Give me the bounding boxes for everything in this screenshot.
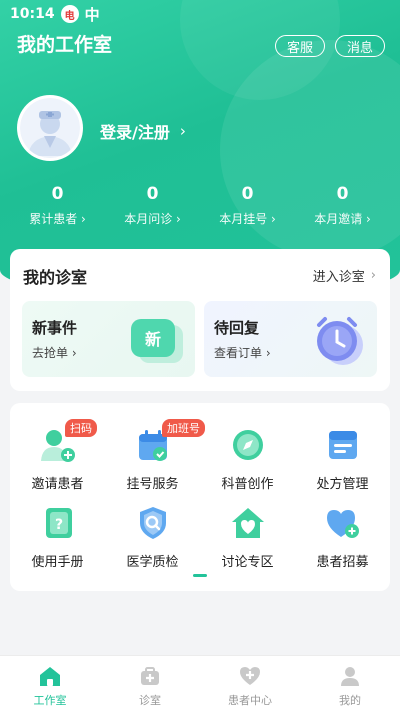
- tab-mine[interactable]: 我的: [300, 656, 400, 711]
- stat-value: 0: [241, 184, 254, 204]
- notification-glyph-icon: 中: [84, 5, 100, 24]
- shield-search-icon: [133, 503, 173, 543]
- house-heart-icon: [228, 503, 268, 543]
- grid-item-label: 挂号服务: [126, 477, 179, 492]
- clinic-title: 我的诊室: [23, 268, 88, 287]
- enter-clinic-label: 进入诊室: [312, 270, 365, 285]
- home-icon: [0, 664, 100, 688]
- my-clinic-card: 我的诊室 进入诊室 › 新事件 去抢单 › 新 待回复 查看订单 ›: [10, 249, 390, 391]
- tab-workspace[interactable]: 工作室: [0, 656, 100, 711]
- grid-item-science-writing[interactable]: 科普创作: [200, 425, 295, 492]
- doctor-avatar-icon: [20, 98, 80, 158]
- stat-value: 0: [146, 184, 159, 204]
- grid-item-user-manual[interactable]: ? 使用手册: [10, 503, 105, 570]
- login-label: 登录/注册: [100, 123, 170, 142]
- extra-slot-tag: 加班号: [162, 419, 205, 437]
- stat-label: 本月挂号 ›: [219, 212, 276, 226]
- tab-label: 患者中心: [228, 694, 272, 707]
- chevron-right-icon: ›: [370, 268, 376, 283]
- status-time: 10:14: [10, 6, 55, 22]
- medical-kit-icon: [100, 664, 200, 688]
- view-orders-link[interactable]: 查看订单 ›: [214, 344, 271, 361]
- bottom-tab-bar: 工作室 诊室 患者中心 我的: [0, 655, 400, 711]
- scan-tag: 扫码: [65, 419, 97, 437]
- stat-label: 本月问诊 ›: [124, 212, 181, 226]
- grid-item-quality-check[interactable]: 医学质检: [105, 503, 200, 570]
- stats-row: 0 累计患者 › 0 本月问诊 › 0 本月挂号 › 0 本月邀请 ›: [10, 184, 390, 227]
- page-indicator: [193, 574, 207, 577]
- avatar[interactable]: [17, 95, 83, 161]
- message-button[interactable]: 消息: [335, 35, 385, 57]
- tab-patient-center[interactable]: 患者中心: [200, 656, 300, 711]
- tab-clinic[interactable]: 诊室: [100, 656, 200, 711]
- enter-clinic-link[interactable]: 进入诊室 ›: [313, 266, 376, 285]
- grid-item-label: 处方管理: [316, 477, 369, 492]
- manual-icon: ?: [38, 503, 78, 543]
- pending-reply-title: 待回复: [214, 319, 260, 337]
- grid-item-discussion[interactable]: 讨论专区: [200, 503, 295, 570]
- alarm-clock-icon: [309, 313, 369, 373]
- grid-item-label: 邀请患者: [31, 477, 84, 492]
- chevron-right-icon: ›: [179, 122, 186, 140]
- stat-monthly-registrations[interactable]: 0 本月挂号 ›: [200, 184, 295, 227]
- new-bubble-icon: 新: [125, 313, 187, 371]
- stat-total-patients[interactable]: 0 累计患者 ›: [10, 184, 105, 227]
- new-event-card[interactable]: 新事件 去抢单 › 新: [22, 301, 195, 377]
- svg-text:?: ?: [54, 517, 62, 533]
- grid-item-prescription[interactable]: 处方管理: [295, 425, 390, 492]
- grid-item-label: 讨论专区: [221, 555, 274, 570]
- prescription-icon: [323, 425, 363, 465]
- new-event-title: 新事件: [32, 319, 78, 337]
- grid-item-label: 科普创作: [221, 477, 274, 492]
- grab-order-link[interactable]: 去抢单 ›: [32, 344, 77, 361]
- login-register-link[interactable]: 登录/注册 ›: [100, 119, 186, 143]
- tab-label: 我的: [339, 694, 361, 707]
- page-title: 我的工作室: [17, 34, 113, 56]
- grid-item-registration[interactable]: 挂号服务 加班号: [105, 419, 205, 492]
- stat-monthly-consults[interactable]: 0 本月问诊 ›: [105, 184, 200, 227]
- stat-label: 累计患者 ›: [29, 212, 86, 226]
- stat-value: 0: [336, 184, 349, 204]
- customer-service-button[interactable]: 客服: [275, 35, 325, 57]
- status-bar: 10:14 电 中: [10, 4, 100, 24]
- heart-plus-icon: [323, 503, 363, 543]
- services-grid-card: 邀请患者 扫码 挂号服务 加班号 科普创作 处方管理 ? 使用手册 医学质检 讨…: [10, 403, 390, 591]
- user-icon: [300, 664, 400, 688]
- svg-text:新: 新: [145, 330, 161, 349]
- tab-label: 工作室: [33, 694, 67, 707]
- heart-plus-icon: [200, 664, 300, 688]
- tab-label: 诊室: [139, 694, 161, 707]
- grid-item-label: 患者招募: [316, 555, 369, 570]
- stat-monthly-invites[interactable]: 0 本月邀请 ›: [295, 184, 390, 227]
- pending-reply-card[interactable]: 待回复 查看订单 ›: [204, 301, 377, 377]
- grid-item-label: 医学质检: [126, 555, 179, 570]
- notification-badge-icon: 电: [60, 5, 79, 23]
- grid-item-recruitment[interactable]: 患者招募: [295, 503, 390, 570]
- grid-item-invite-patient[interactable]: 邀请患者 扫码: [10, 419, 105, 492]
- stat-value: 0: [51, 184, 64, 204]
- compass-icon: [228, 425, 268, 465]
- stat-label: 本月邀请 ›: [314, 212, 371, 226]
- grid-item-label: 使用手册: [31, 555, 84, 570]
